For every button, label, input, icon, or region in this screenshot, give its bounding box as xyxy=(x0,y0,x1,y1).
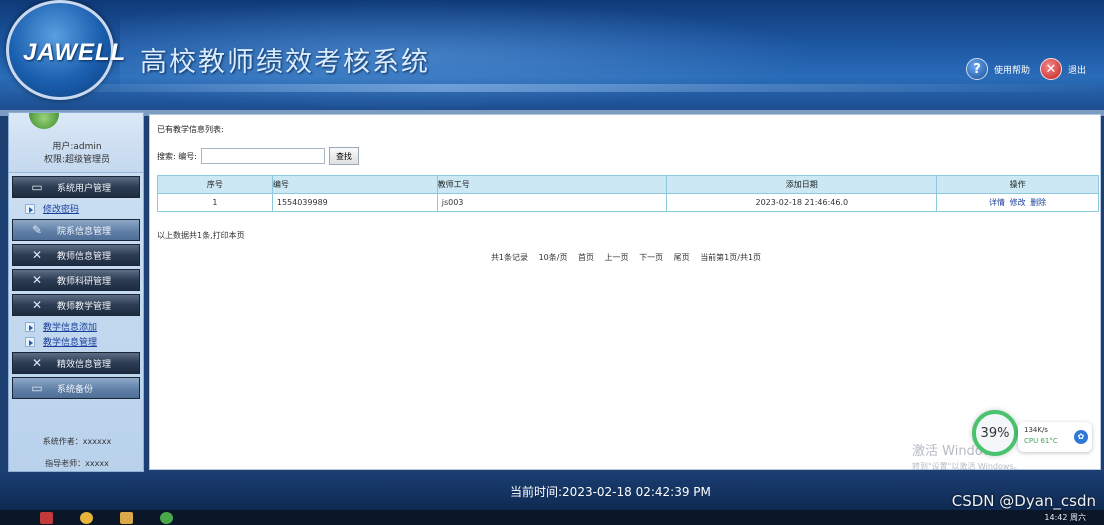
list-title: 已有教学信息列表: xyxy=(157,125,224,134)
header-actions: ? 使用帮助 ✕ 退出 xyxy=(965,58,1090,80)
status-bar: 当前时间:2023-02-18 02:42:39 PM CSDN @Dyan_c… xyxy=(0,472,1104,510)
cell-teacher-id: js003 xyxy=(436,193,668,212)
user-name: 用户:admin xyxy=(52,142,102,152)
taskbar-clock: 14:42 周六 xyxy=(1044,513,1086,522)
cell-date: 2023-02-18 21:46:46.0 xyxy=(666,193,938,212)
taskbar: 14:42 周六 xyxy=(0,510,1104,525)
tools-icon: ✕ xyxy=(31,248,43,262)
system-title: 高校教师绩效考核系统 xyxy=(140,47,430,78)
count-note[interactable]: 以上数据共1条,打印本页 xyxy=(157,230,245,241)
table-header-row: 序号 编号 教师工号 添加日期 操作 xyxy=(157,175,1099,194)
app-icon[interactable] xyxy=(160,512,173,524)
pager-current: 当前第1页/共1页 xyxy=(700,253,762,262)
folder-icon[interactable] xyxy=(120,512,133,524)
tools-icon: ✕ xyxy=(31,356,43,370)
tools-icon: ✕ xyxy=(31,273,43,287)
arrow-right-icon xyxy=(25,203,35,214)
pager-next[interactable]: 下一页 xyxy=(639,253,663,262)
jawell-logo: JAWELL xyxy=(6,0,125,100)
sub-item-teaching-add[interactable]: 教学信息添加 xyxy=(9,319,143,334)
search-input[interactable] xyxy=(200,148,325,164)
arrow-right-icon xyxy=(25,336,35,347)
exit-icon[interactable]: ✕ xyxy=(1039,58,1062,80)
browser-icon[interactable] xyxy=(80,512,93,524)
watermark-sub: 转到"设置"以激活 Windows。 xyxy=(912,462,1022,471)
header-streak xyxy=(0,84,1104,92)
sub-link[interactable]: 教学信息添加 xyxy=(43,320,97,333)
menu-label: 教师信息管理 xyxy=(57,251,112,262)
logo-text: JAWELL xyxy=(23,39,127,66)
cpu-ring-widget[interactable]: 39% xyxy=(972,410,1018,456)
detail-link[interactable]: 详情 xyxy=(989,198,1005,207)
sub-item-change-password[interactable]: 修改密码 xyxy=(9,201,143,216)
menu-teacher-teaching[interactable]: ✕ 教师教学管理 xyxy=(12,294,140,316)
sidebar: 用户:admin 权限:超级管理员 ▭ 系统用户管理 修改密码 ✎ 院系信息管理… xyxy=(8,112,144,472)
main-panel: 已有教学信息列表: 搜索: 编号: 查找 序号 编号 教师工号 添加日期 操作 … xyxy=(149,114,1101,470)
menu-teacher-info[interactable]: ✕ 教师信息管理 xyxy=(12,244,140,266)
search-label: 搜索: 编号: xyxy=(157,151,197,161)
menu-teacher-research[interactable]: ✕ 教师科研管理 xyxy=(12,269,140,291)
menu-system-users[interactable]: ▭ 系统用户管理 xyxy=(12,176,140,198)
delete-link[interactable]: 删除 xyxy=(1030,198,1046,207)
sub-link[interactable]: 教学信息管理 xyxy=(43,335,97,348)
user-text: 用户:admin 权限:超级管理员 xyxy=(9,141,143,167)
app-icon[interactable] xyxy=(40,512,53,524)
menu-label: 院系信息管理 xyxy=(57,226,112,237)
sub-link[interactable]: 修改密码 xyxy=(43,202,79,215)
help-icon[interactable]: ? xyxy=(965,58,988,80)
pager-last[interactable]: 尾页 xyxy=(674,253,690,262)
search-row: 搜索: 编号: 查找 xyxy=(157,147,359,165)
menu-system-backup[interactable]: ▭ 系统备份 xyxy=(12,377,140,399)
monitor-icon: ▭ xyxy=(31,381,43,395)
cpu-card-widget: 134K/s CPU 61°C ✿ xyxy=(1018,422,1092,452)
teaching-info-table: 序号 编号 教师工号 添加日期 操作 1 1554039989 js003 20… xyxy=(157,175,1099,212)
cell-seq: 1 xyxy=(157,193,273,212)
csdn-watermark: CSDN @Dyan_csdn xyxy=(951,492,1096,510)
arrow-right-icon xyxy=(25,321,35,332)
app-header: JAWELL 高校教师绩效考核系统 ? 使用帮助 ✕ 退出 xyxy=(0,0,1104,110)
sub-item-teaching-manage[interactable]: 教学信息管理 xyxy=(9,334,143,349)
pager-total: 共1条记录 xyxy=(490,253,529,262)
edit-link[interactable]: 修改 xyxy=(1010,198,1026,207)
help-link[interactable]: 使用帮助 xyxy=(994,63,1030,76)
col-seq: 序号 xyxy=(157,175,273,194)
col-date: 添加日期 xyxy=(666,175,938,194)
user-role: 权限:超级管理员 xyxy=(43,155,111,165)
user-info-box: 用户:admin 权限:超级管理员 xyxy=(9,113,143,173)
pager-size: 10条/页 xyxy=(538,253,568,262)
menu-label: 教师教学管理 xyxy=(57,301,112,312)
advisor-line: 指导老师：xxxxx xyxy=(45,459,109,468)
tools-icon: ✕ xyxy=(31,298,43,312)
col-ops: 操作 xyxy=(936,175,1099,194)
menu-performance-info[interactable]: ✕ 精效信息管理 xyxy=(12,352,140,374)
menu-department-info[interactable]: ✎ 院系信息管理 xyxy=(12,219,140,241)
pager-first[interactable]: 首页 xyxy=(578,253,594,262)
menu-label: 精效信息管理 xyxy=(57,359,112,370)
col-code: 编号 xyxy=(271,175,438,194)
search-button[interactable]: 查找 xyxy=(328,147,359,165)
pager: 共1条记录 10条/页 首页 上一页 下一页 尾页 当前第1页/共1页 xyxy=(150,252,1102,263)
author-line: 系统作者：xxxxxx xyxy=(42,437,112,446)
user-orb-icon xyxy=(29,113,59,129)
cpu-percent: 39% xyxy=(980,425,1010,441)
cell-code: 1554039989 xyxy=(271,193,438,212)
table-row: 1 1554039989 js003 2023-02-18 21:46:46.0… xyxy=(157,193,1099,212)
menu-label: 系统用户管理 xyxy=(57,183,112,194)
menu-label: 系统备份 xyxy=(57,384,94,395)
current-time: 当前时间:2023-02-18 02:42:39 PM xyxy=(510,485,711,499)
exit-link[interactable]: 退出 xyxy=(1068,63,1086,76)
boost-icon[interactable]: ✿ xyxy=(1074,430,1088,444)
pager-prev[interactable]: 上一页 xyxy=(605,253,629,262)
menu-label: 教师科研管理 xyxy=(57,276,112,287)
monitor-icon: ▭ xyxy=(31,180,43,194)
cell-ops: 详情 修改 删除 xyxy=(936,193,1099,212)
sidebar-footer: 系统作者：xxxxxx 指导老师：xxxxx xyxy=(9,431,143,471)
col-teacher-id: 教师工号 xyxy=(436,175,668,194)
book-icon: ✎ xyxy=(31,223,43,237)
